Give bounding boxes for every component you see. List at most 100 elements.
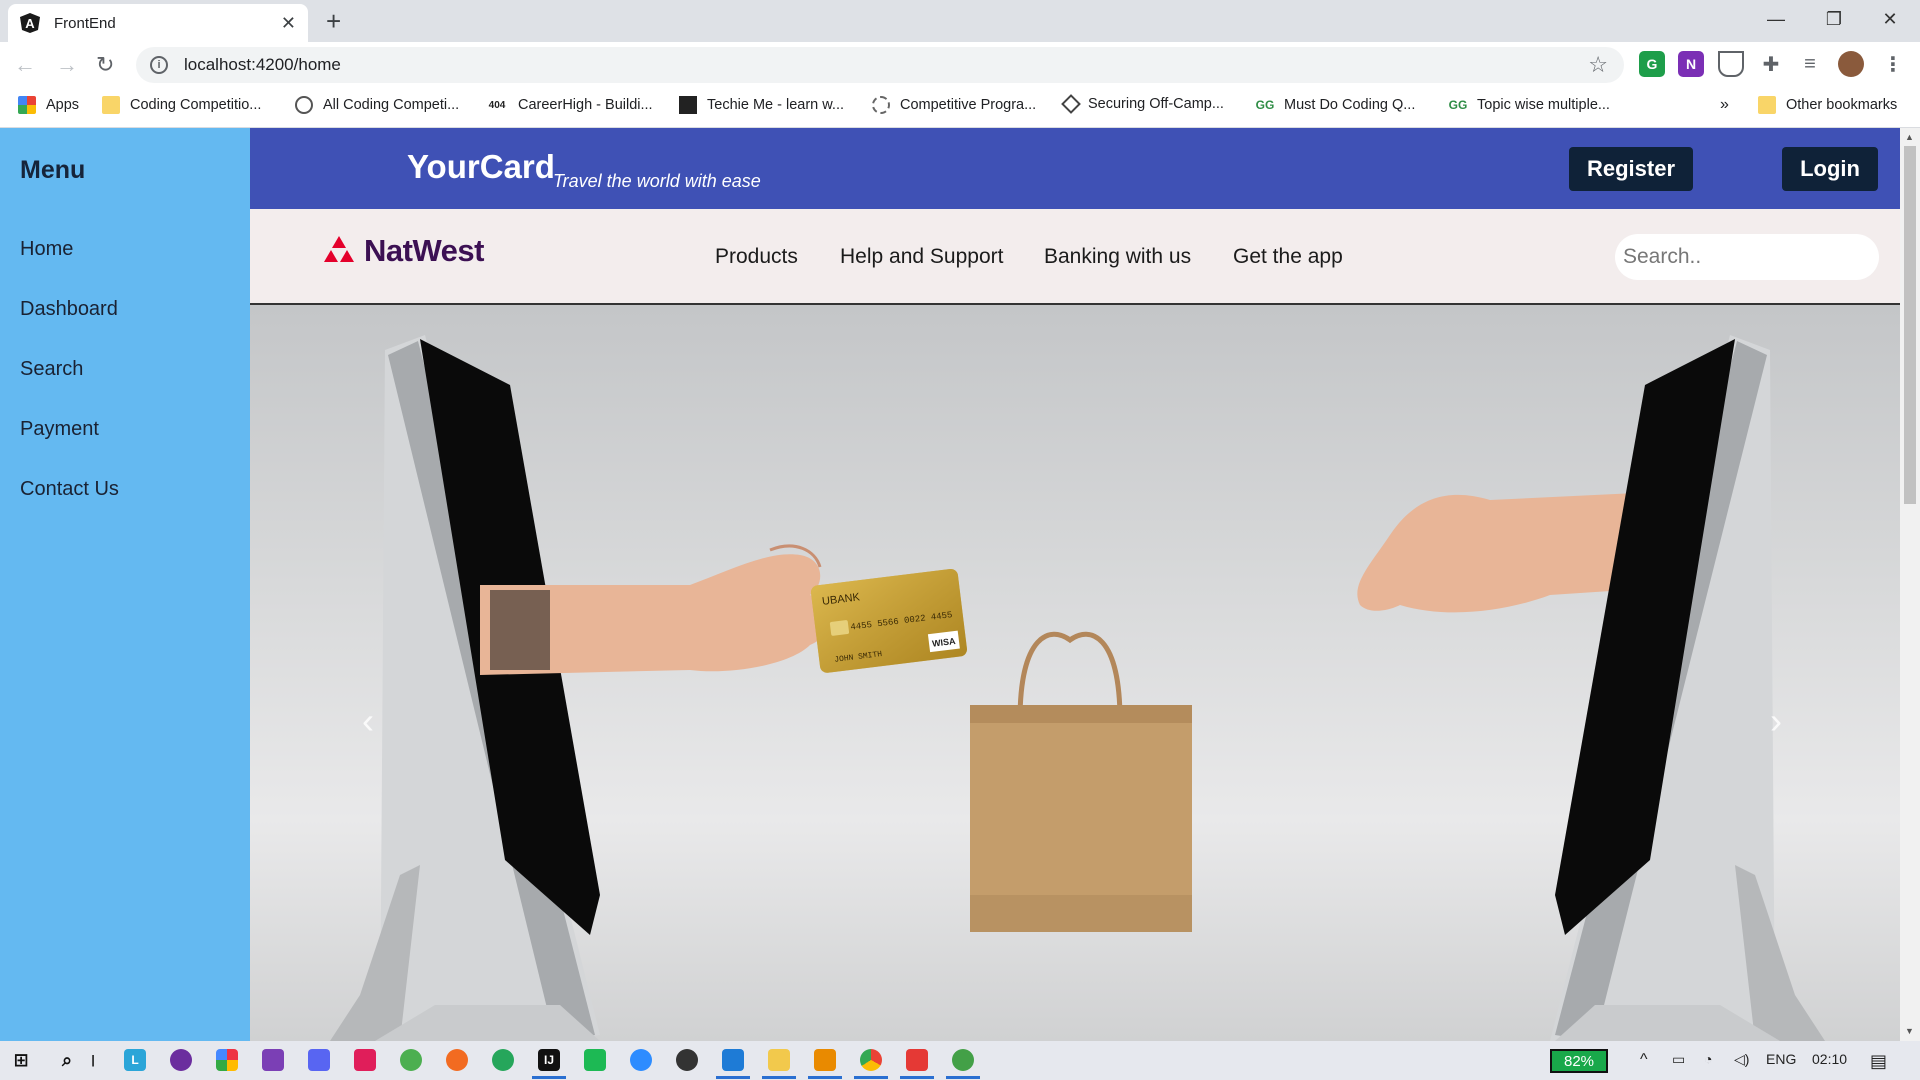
tray-chevron-icon[interactable]: ^ xyxy=(1640,1051,1648,1069)
bookmark-label: Must Do Coding Q... xyxy=(1284,97,1416,113)
bookmark-item[interactable]: Competitive Progra... xyxy=(872,96,1036,114)
layers-icon xyxy=(1061,94,1081,114)
spotify-icon[interactable] xyxy=(584,1049,606,1071)
natwest-mark-icon xyxy=(324,236,354,262)
shopping-bag-icon xyxy=(970,631,1192,932)
bookmark-label: Other bookmarks xyxy=(1786,97,1898,113)
app-orange-icon[interactable] xyxy=(446,1049,468,1071)
app-store-icon[interactable] xyxy=(216,1049,238,1071)
task-view-icon[interactable]: | xyxy=(90,1049,96,1071)
pdf-icon[interactable] xyxy=(900,1049,934,1079)
app-dark-icon[interactable] xyxy=(676,1049,698,1071)
chrome-icon[interactable] xyxy=(854,1049,888,1079)
app-circle-icon[interactable] xyxy=(170,1049,192,1071)
page-scrollbar[interactable]: ▲ ▼ xyxy=(1900,128,1920,1041)
bookmark-item[interactable]: All Coding Competi... xyxy=(295,96,459,114)
wifi-icon[interactable]: ◔ xyxy=(1704,1051,1712,1067)
slack-icon[interactable] xyxy=(354,1049,376,1071)
scrollbar-thumb[interactable] xyxy=(1904,146,1916,504)
zoom-icon[interactable] xyxy=(630,1049,652,1071)
bookmark-item[interactable]: Securing Off-Camp... xyxy=(1061,94,1224,114)
scroll-up-icon[interactable]: ▲ xyxy=(1905,132,1914,142)
grammarly-icon[interactable]: G xyxy=(1639,51,1665,77)
address-bar[interactable]: i localhost:4200/home ☆ xyxy=(136,47,1624,83)
bookmark-label: Topic wise multiple... xyxy=(1477,97,1610,113)
other-bookmarks[interactable]: Other bookmarks xyxy=(1758,96,1897,114)
windows-start-icon[interactable]: ⊞ xyxy=(10,1049,32,1071)
more-bookmarks-button[interactable]: » xyxy=(1720,96,1729,114)
main-content: YourCard Travel the world with ease Regi… xyxy=(250,128,1900,1041)
notifications-icon[interactable]: ▤ xyxy=(1870,1051,1887,1072)
language-indicator[interactable]: ENG xyxy=(1766,1051,1796,1067)
search-input[interactable] xyxy=(1615,234,1879,280)
bookmark-star-icon[interactable]: ☆ xyxy=(1588,52,1608,78)
carousel-prev-button[interactable]: ‹ xyxy=(362,700,374,742)
bookmark-label: Apps xyxy=(46,97,80,113)
app-green-icon[interactable] xyxy=(400,1049,422,1071)
extensions-icon[interactable]: ✚ xyxy=(1758,51,1784,77)
bookmark-item[interactable]: Coding Competitio... xyxy=(102,96,261,114)
nav-banking[interactable]: Banking with us xyxy=(1044,245,1191,269)
carousel-next-button[interactable]: › xyxy=(1770,700,1782,742)
vscode-icon[interactable] xyxy=(716,1049,750,1079)
sidebar-item-search[interactable]: Search xyxy=(20,358,83,381)
search-icon[interactable]: ⌕ xyxy=(56,1049,78,1071)
browser-tab[interactable]: A FrontEnd ✕ xyxy=(8,4,308,42)
battery-icon[interactable]: ▭ xyxy=(1672,1051,1685,1068)
site-info-icon[interactable]: i xyxy=(150,56,168,74)
back-icon[interactable]: ← xyxy=(14,52,36,78)
battery-indicator[interactable]: 82% xyxy=(1550,1049,1608,1073)
apps-grid-icon xyxy=(18,96,36,114)
reload-icon[interactable]: ↻ xyxy=(96,52,114,78)
onenote-icon[interactable]: N xyxy=(1678,51,1704,77)
restore-icon[interactable]: ❐ xyxy=(1806,4,1862,34)
logo-text: NatWest xyxy=(364,233,484,268)
bookmark-apps[interactable]: Apps xyxy=(18,96,79,114)
new-tab-icon[interactable]: + xyxy=(326,6,341,37)
app-l-icon[interactable]: L xyxy=(124,1049,146,1071)
bookmark-item[interactable]: 404 CareerHigh - Buildi... xyxy=(486,96,653,114)
volume-icon[interactable]: ◁) xyxy=(1734,1051,1749,1068)
bookmark-item[interactable]: GG Topic wise multiple... xyxy=(1449,96,1610,114)
bookmark-label: Securing Off-Camp... xyxy=(1088,96,1224,112)
clock[interactable]: 02:10 xyxy=(1812,1051,1847,1067)
visual-studio-icon[interactable] xyxy=(262,1049,284,1071)
angular-icon: A xyxy=(20,13,40,33)
natwest-logo[interactable]: NatWest xyxy=(322,233,484,269)
sidebar-item-contact-us[interactable]: Contact Us xyxy=(20,478,119,501)
scroll-down-icon[interactable]: ▼ xyxy=(1905,1026,1914,1036)
login-button[interactable]: Login xyxy=(1782,147,1878,191)
bookmark-item[interactable]: Techie Me - learn w... xyxy=(679,96,844,114)
minimize-icon[interactable]: — xyxy=(1748,4,1804,34)
discord-icon[interactable] xyxy=(308,1049,330,1071)
sidebar-title: Menu xyxy=(20,156,86,184)
close-tab-icon[interactable]: ✕ xyxy=(281,13,296,34)
media-control-icon[interactable]: ≡ xyxy=(1797,51,1823,77)
browser-tabstrip: A FrontEnd ✕ + — ❐ ✕ xyxy=(0,0,1920,42)
app-leaf-icon[interactable] xyxy=(946,1049,980,1079)
app-green2-icon[interactable] xyxy=(492,1049,514,1071)
nav-help-support[interactable]: Help and Support xyxy=(840,245,1003,269)
chrome-menu-icon[interactable]: ⋮ xyxy=(1880,51,1906,77)
url-text[interactable]: localhost:4200/home xyxy=(184,55,1588,75)
file-explorer-icon[interactable] xyxy=(762,1049,796,1079)
folder-icon xyxy=(1758,96,1776,114)
tab-title: FrontEnd xyxy=(54,14,116,32)
bookmark-item[interactable]: GG Must Do Coding Q... xyxy=(1256,96,1416,114)
register-button[interactable]: Register xyxy=(1569,147,1693,191)
bookmark-label: Competitive Progra... xyxy=(900,97,1037,113)
sidebar-item-dashboard[interactable]: Dashboard xyxy=(20,298,118,321)
nav-get-app[interactable]: Get the app xyxy=(1233,245,1343,269)
nav-band: NatWest Products Help and Support Bankin… xyxy=(250,209,1900,305)
forward-icon[interactable]: → xyxy=(56,52,78,78)
nav-products[interactable]: Products xyxy=(715,245,798,269)
sidebar-item-home[interactable]: Home xyxy=(20,238,73,261)
loading-icon xyxy=(872,96,890,114)
bookmark-label: Techie Me - learn w... xyxy=(707,97,844,113)
intellij-icon[interactable]: IJ xyxy=(532,1049,566,1079)
pocket-icon[interactable] xyxy=(1718,51,1744,77)
close-window-icon[interactable]: ✕ xyxy=(1862,4,1918,34)
sidebar-item-payment[interactable]: Payment xyxy=(20,418,99,441)
sublime-icon[interactable] xyxy=(808,1049,842,1079)
avatar[interactable] xyxy=(1838,51,1864,77)
